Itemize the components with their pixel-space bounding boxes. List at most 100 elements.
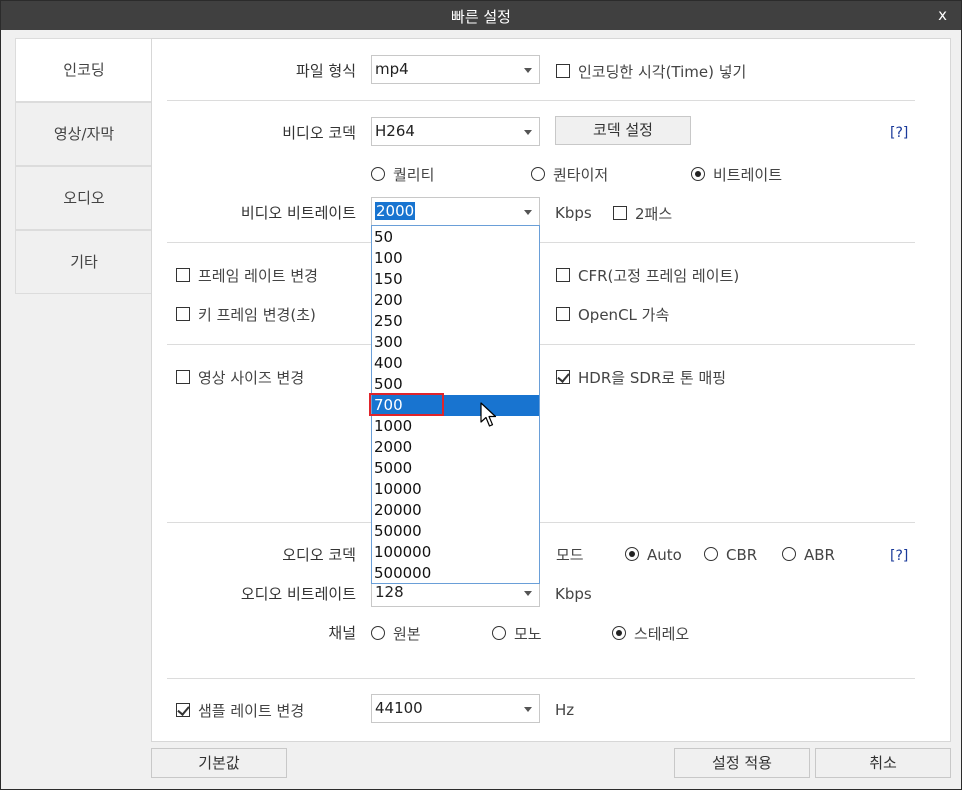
chevron-down-icon (524, 130, 532, 135)
dropdown-option[interactable]: 100000 (372, 542, 539, 563)
chevron-down-icon (524, 210, 532, 215)
highlight-annotation-box (369, 393, 444, 416)
dropdown-option[interactable]: 200 (372, 290, 539, 311)
checkbox-box (556, 307, 570, 321)
frame-rate-checkbox[interactable]: 프레임 레이트 변경 (176, 265, 318, 286)
radio-dot (704, 547, 718, 561)
audio-bitrate-value: 128 (375, 583, 404, 601)
channel-label: 채널 (328, 624, 356, 642)
burn-time-checkbox[interactable]: 인코딩한 시각(Time) 넣기 (556, 61, 746, 82)
radio-channel-mono[interactable]: 모노 (492, 623, 542, 644)
frame-rate-label: 프레임 레이트 변경 (198, 267, 318, 285)
dropdown-option[interactable]: 5000 (372, 458, 539, 479)
dropdown-option[interactable]: 50000 (372, 521, 539, 542)
chevron-down-icon (524, 68, 532, 73)
samplerate-select[interactable]: 44100 (371, 694, 540, 723)
video-help-link[interactable]: [?] (890, 125, 908, 141)
dropdown-option[interactable]: 10000 (372, 479, 539, 500)
tab-audio[interactable]: 오디오 (15, 166, 152, 230)
radio-channel-stereo[interactable]: 스테레오 (612, 623, 689, 644)
file-format-value: mp4 (375, 60, 409, 78)
audio-bitrate-label: 오디오 비트레이트 (240, 585, 356, 603)
checkbox-box-checked (176, 703, 190, 717)
resize-checkbox[interactable]: 영상 사이즈 변경 (176, 367, 304, 388)
cfr-label: CFR(고정 프레임 레이트) (578, 267, 740, 285)
radio-quality[interactable]: 퀄리티 (371, 164, 434, 185)
radio-quality-label: 퀄리티 (393, 166, 435, 184)
dropdown-option[interactable]: 50 (372, 227, 539, 248)
radio-bitrate[interactable]: 비트레이트 (691, 164, 782, 185)
file-format-label: 파일 형식 (296, 62, 356, 80)
radio-auto-label: Auto (647, 546, 682, 564)
keyframe-label: 키 프레임 변경(초) (198, 306, 316, 324)
apply-settings-button[interactable]: 설정 적용 (674, 748, 810, 778)
dropdown-option[interactable]: 150 (372, 269, 539, 290)
two-pass-label: 2패스 (635, 205, 673, 223)
radio-audio-abr[interactable]: ABR (782, 546, 835, 564)
video-bitrate-unit: Kbps (555, 204, 592, 222)
dropdown-option[interactable]: 20000 (372, 500, 539, 521)
radio-dot (371, 626, 385, 640)
quick-settings-window: 빠른 설정 x 인코딩 영상/자막 오디오 기타 파일 형식 mp4 인코딩한 … (0, 0, 962, 790)
two-pass-checkbox[interactable]: 2패스 (613, 203, 672, 224)
dropdown-option[interactable]: 2000 (372, 437, 539, 458)
video-bitrate-label: 비디오 비트레이트 (240, 204, 356, 222)
checkbox-box (176, 268, 190, 282)
dropdown-option[interactable]: 250 (372, 311, 539, 332)
tab-other[interactable]: 기타 (15, 230, 152, 294)
dropdown-option[interactable]: 400 (372, 353, 539, 374)
radio-dot (531, 167, 545, 181)
checkbox-box (176, 307, 190, 321)
radio-quantizer[interactable]: 퀀타이저 (531, 164, 608, 185)
title-bar[interactable]: 빠른 설정 x (1, 1, 961, 30)
radio-audio-cbr[interactable]: CBR (704, 546, 757, 564)
video-codec-label: 비디오 코덱 (282, 124, 356, 142)
dropdown-option[interactable]: 500000 (372, 563, 539, 584)
cancel-button[interactable]: 취소 (815, 748, 951, 778)
defaults-button[interactable]: 기본값 (151, 748, 287, 778)
checkbox-box (556, 268, 570, 282)
radio-dot (612, 626, 626, 640)
opencl-label: OpenCL 가속 (578, 306, 670, 324)
dropdown-option[interactable]: 500 (372, 374, 539, 395)
dropdown-option[interactable]: 300 (372, 332, 539, 353)
codec-settings-button[interactable]: 코덱 설정 (555, 116, 691, 145)
keyframe-checkbox[interactable]: 키 프레임 변경(초) (176, 304, 316, 325)
video-bitrate-value: 2000 (375, 202, 416, 220)
chevron-down-icon (524, 707, 532, 712)
samplerate-unit: Hz (555, 701, 575, 719)
file-format-select[interactable]: mp4 (371, 55, 540, 84)
mouse-cursor-icon (480, 402, 497, 427)
radio-audio-auto[interactable]: Auto (625, 546, 682, 564)
resize-label: 영상 사이즈 변경 (198, 369, 305, 387)
divider (167, 522, 915, 523)
radio-dot (371, 167, 385, 181)
tab-video-subtitle[interactable]: 영상/자막 (15, 102, 152, 166)
burn-time-label: 인코딩한 시각(Time) 넣기 (578, 63, 747, 81)
audio-mode-label: 모드 (556, 546, 584, 564)
audio-codec-label: 오디오 코덱 (282, 546, 356, 564)
video-codec-select[interactable]: H264 (371, 117, 540, 146)
window-title: 빠른 설정 (451, 8, 511, 26)
chevron-down-icon (524, 591, 532, 596)
radio-mono-label: 모노 (514, 625, 542, 643)
radio-channel-original[interactable]: 원본 (371, 623, 421, 644)
audio-bitrate-unit: Kbps (555, 585, 592, 603)
checkbox-box-checked (556, 370, 570, 384)
samplerate-label: 샘플 레이트 변경 (198, 702, 305, 720)
tab-encoding[interactable]: 인코딩 (15, 38, 152, 102)
audio-help-link[interactable]: [?] (890, 548, 908, 564)
close-icon[interactable]: x (938, 6, 947, 24)
samplerate-checkbox[interactable]: 샘플 레이트 변경 (176, 700, 304, 721)
hdr-tonemap-label: HDR을 SDR로 톤 매핑 (578, 369, 727, 387)
samplerate-value: 44100 (375, 699, 423, 717)
dropdown-option[interactable]: 1000 (372, 416, 539, 437)
dropdown-option[interactable]: 100 (372, 248, 539, 269)
video-bitrate-select[interactable]: 2000 (371, 197, 540, 226)
opencl-checkbox[interactable]: OpenCL 가속 (556, 304, 669, 325)
cfr-checkbox[interactable]: CFR(고정 프레임 레이트) (556, 265, 739, 286)
hdr-tonemap-checkbox[interactable]: HDR을 SDR로 톤 매핑 (556, 367, 726, 388)
radio-dot (492, 626, 506, 640)
radio-stereo-label: 스테레오 (634, 625, 690, 643)
video-codec-value: H264 (375, 122, 415, 140)
